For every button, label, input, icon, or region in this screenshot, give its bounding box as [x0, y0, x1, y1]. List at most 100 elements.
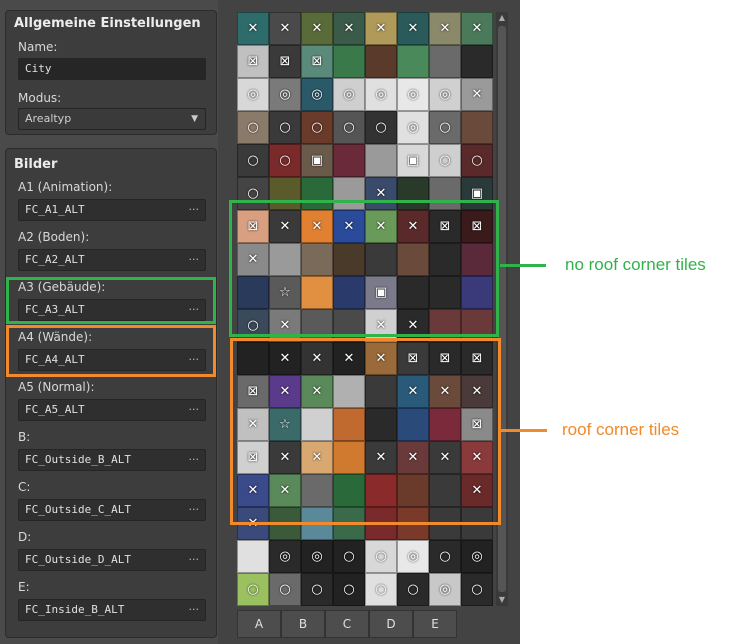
tile[interactable]: ⊠ — [301, 45, 333, 78]
tab-a[interactable]: A — [237, 610, 281, 638]
tile[interactable]: ✕ — [397, 12, 429, 45]
image-field-input[interactable]: FC_A2_ALT ··· — [18, 249, 206, 271]
tile[interactable] — [365, 144, 397, 177]
scroll-down-icon[interactable]: ▼ — [496, 594, 508, 606]
image-field-label: E: — [18, 580, 30, 594]
mode-select[interactable]: Arealtyp ▼ — [18, 108, 206, 130]
name-input[interactable]: City — [18, 58, 206, 80]
image-field-input[interactable]: FC_Outside_B_ALT ··· — [18, 449, 206, 471]
tab-d[interactable]: D — [369, 610, 413, 638]
tile[interactable]: ◎ — [397, 78, 429, 111]
tile[interactable]: ○ — [333, 111, 365, 144]
tile-mark-icon: ✕ — [375, 21, 387, 36]
tile-mark-icon: ◎ — [311, 549, 323, 564]
tile-mark-icon: ◎ — [439, 582, 451, 597]
tile[interactable] — [333, 144, 365, 177]
tile-mark-icon: ◎ — [439, 87, 451, 102]
tile[interactable]: ○ — [365, 111, 397, 144]
tile[interactable]: ○ — [237, 573, 269, 606]
browse-button[interactable]: ··· — [189, 450, 200, 470]
tile-mark-icon: ✕ — [439, 21, 451, 36]
tile[interactable]: ◎ — [461, 540, 493, 573]
browse-button[interactable]: ··· — [189, 600, 200, 620]
image-field-input[interactable]: FC_A1_ALT ··· — [18, 199, 206, 221]
tile[interactable] — [333, 45, 365, 78]
tile[interactable]: ◎ — [269, 78, 301, 111]
tile[interactable]: ▣ — [301, 144, 333, 177]
tile[interactable]: ✕ — [461, 12, 493, 45]
tile[interactable]: ◎ — [333, 78, 365, 111]
scroll-up-icon[interactable]: ▲ — [496, 12, 508, 24]
tile-mark-icon: ◎ — [407, 120, 419, 135]
tile[interactable]: ✕ — [333, 12, 365, 45]
tile[interactable]: ◎ — [397, 111, 429, 144]
image-field-input[interactable]: FC_Outside_D_ALT ··· — [18, 549, 206, 571]
tile[interactable]: ○ — [333, 573, 365, 606]
tile[interactable]: ○ — [461, 144, 493, 177]
tile[interactable]: ○ — [365, 573, 397, 606]
tile[interactable]: ◎ — [365, 78, 397, 111]
tile[interactable]: ○ — [269, 111, 301, 144]
tile[interactable]: ○ — [237, 111, 269, 144]
tile[interactable] — [237, 540, 269, 573]
tile-mark-icon: ✕ — [407, 21, 419, 36]
tile-mark-icon: ✕ — [247, 21, 259, 36]
tile[interactable] — [461, 45, 493, 78]
tab-c[interactable]: C — [325, 610, 369, 638]
tile[interactable]: ◎ — [397, 540, 429, 573]
tile[interactable]: ○ — [397, 573, 429, 606]
tile[interactable]: ○ — [461, 573, 493, 606]
browse-button[interactable]: ··· — [189, 500, 200, 520]
tile-mark-icon: ◎ — [407, 87, 419, 102]
tile-mark-icon: ▣ — [406, 153, 420, 168]
tile[interactable]: ○ — [429, 144, 461, 177]
tile[interactable] — [461, 111, 493, 144]
tab-b[interactable]: B — [281, 610, 325, 638]
image-field-label: A5 (Normal): — [18, 380, 95, 394]
tile[interactable]: ✕ — [365, 12, 397, 45]
image-field-label: C: — [18, 480, 31, 494]
tile-mark-icon: ○ — [247, 153, 259, 168]
tile[interactable]: ○ — [301, 111, 333, 144]
tile[interactable]: ○ — [429, 111, 461, 144]
tile[interactable]: ▣ — [397, 144, 429, 177]
tile[interactable]: ◎ — [301, 540, 333, 573]
tile[interactable]: ○ — [269, 144, 301, 177]
tile[interactable]: ◎ — [237, 78, 269, 111]
tile[interactable]: ○ — [237, 144, 269, 177]
tile-mark-icon: ○ — [247, 186, 259, 201]
image-field-input[interactable]: FC_A5_ALT ··· — [18, 399, 206, 421]
tile[interactable]: ○ — [429, 540, 461, 573]
tile[interactable]: ◎ — [269, 540, 301, 573]
tile[interactable]: ✕ — [269, 12, 301, 45]
tile[interactable]: ✕ — [237, 12, 269, 45]
tile[interactable]: ✕ — [461, 78, 493, 111]
tile[interactable]: ○ — [269, 573, 301, 606]
tile[interactable]: ○ — [301, 573, 333, 606]
tile[interactable]: ⊠ — [269, 45, 301, 78]
image-field-input[interactable]: FC_Inside_B_ALT ··· — [18, 599, 206, 621]
browse-button[interactable]: ··· — [189, 200, 200, 220]
tile[interactable] — [429, 45, 461, 78]
tile[interactable] — [397, 45, 429, 78]
tile[interactable]: ◎ — [429, 573, 461, 606]
image-field-label: B: — [18, 430, 31, 444]
tile[interactable]: ○ — [365, 540, 397, 573]
no-roof-corner-box — [229, 200, 499, 337]
tile[interactable]: ✕ — [429, 12, 461, 45]
browse-button[interactable]: ··· — [189, 550, 200, 570]
tile[interactable]: ✕ — [301, 12, 333, 45]
tile[interactable]: ◎ — [429, 78, 461, 111]
images-group: Bilder A1 (Animation): FC_A1_ALT ··· A2 (Bo… — [5, 148, 217, 638]
tab-e[interactable]: E — [413, 610, 457, 638]
browse-button[interactable]: ··· — [189, 250, 200, 270]
tile[interactable] — [365, 45, 397, 78]
a4-highlight-box — [6, 325, 216, 377]
tile[interactable]: ○ — [333, 540, 365, 573]
tile[interactable]: ◎ — [301, 78, 333, 111]
mode-value: Arealtyp — [25, 112, 72, 125]
tile[interactable]: ⊠ — [237, 45, 269, 78]
image-field-input[interactable]: FC_Outside_C_ALT ··· — [18, 499, 206, 521]
tile-mark-icon: ○ — [471, 153, 483, 168]
browse-button[interactable]: ··· — [189, 400, 200, 420]
